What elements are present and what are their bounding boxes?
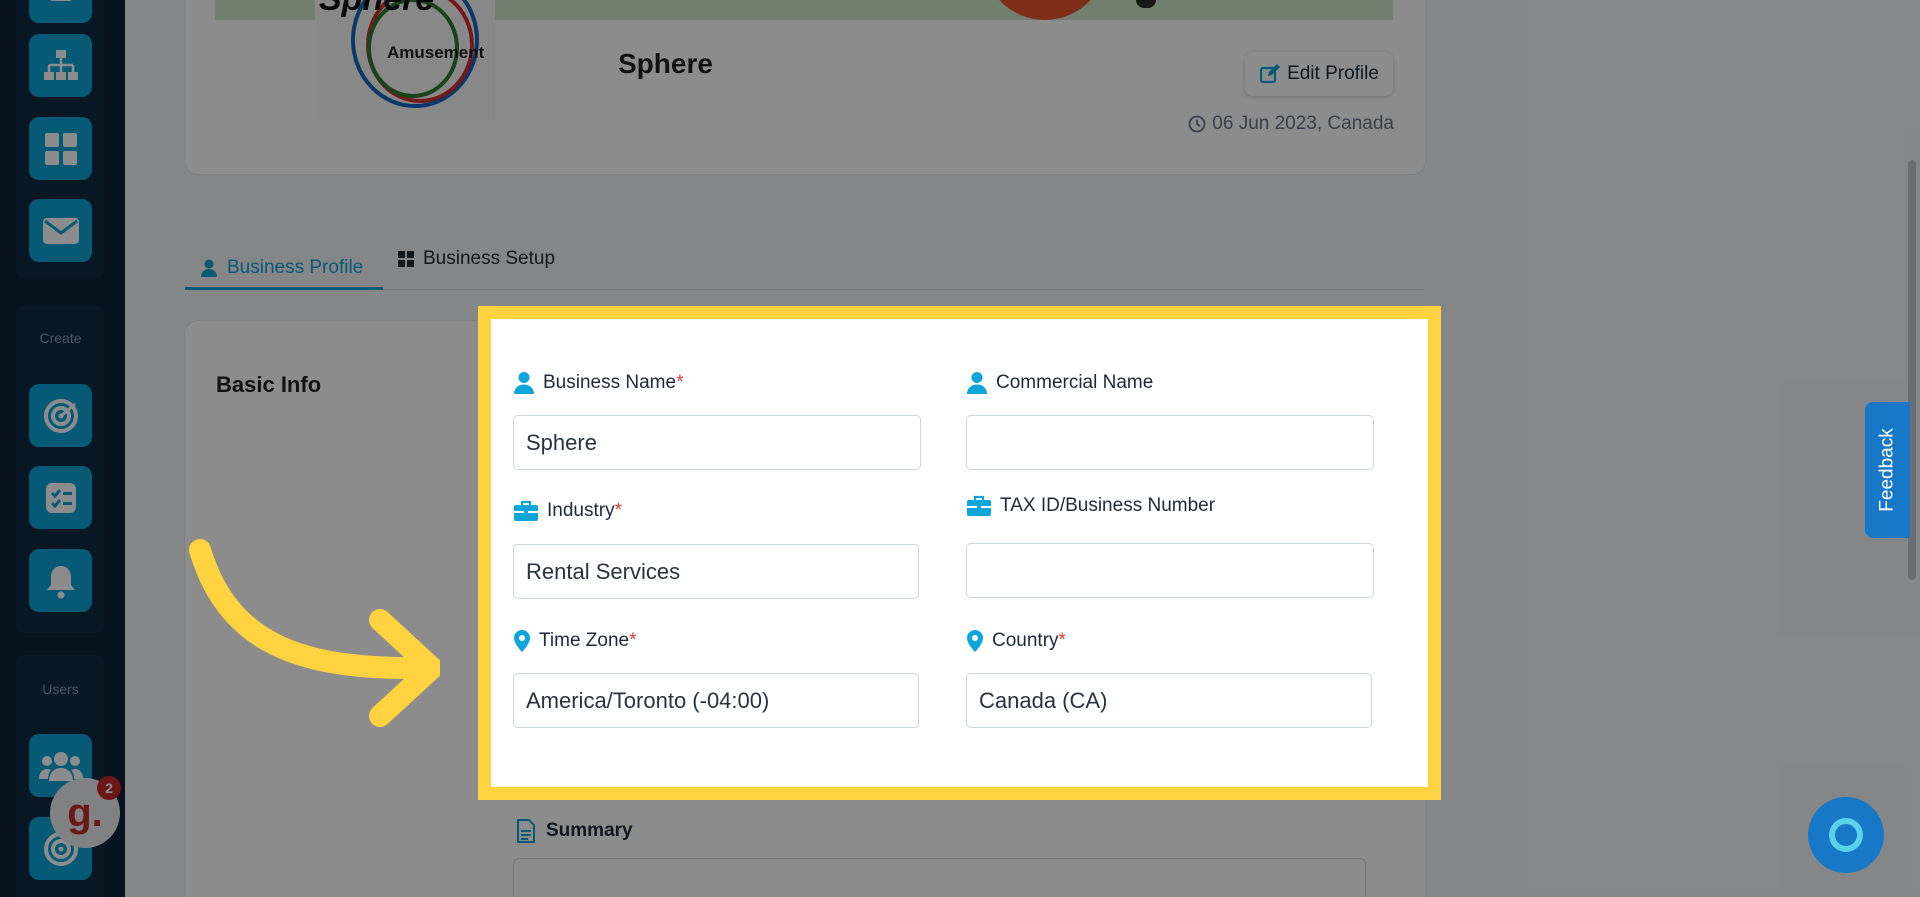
user-icon <box>201 259 217 277</box>
tab-business-profile-label: Business Profile <box>227 256 364 278</box>
clock-icon <box>1188 115 1206 133</box>
target-icon <box>43 398 78 433</box>
time-zone-required: * <box>629 630 637 651</box>
profile-date-text: 06 Jun 2023, Canada <box>1212 113 1394 134</box>
profile-tabs: Business Profile Business Setup <box>185 238 1425 290</box>
company-name: Sphere <box>618 48 713 79</box>
commercial-name-label-text: Commercial Name <box>996 372 1154 393</box>
industry-label-text: Industry <box>547 500 615 521</box>
summary-label-text: Summary <box>546 820 633 841</box>
highlighted-form: Business Name * Sphere Commercial Name In… <box>478 306 1441 800</box>
section-title-basic-info: Basic Info <box>216 372 322 397</box>
sidebar-item-partial[interactable] <box>29 0 92 23</box>
chat-widget-button[interactable] <box>1808 797 1884 873</box>
business-name-input[interactable]: Sphere <box>513 415 921 470</box>
commercial-name-label: Commercial Name <box>966 371 1153 395</box>
industry-required: * <box>614 500 622 521</box>
commercial-name-input[interactable] <box>966 415 1374 470</box>
grid-icon <box>44 132 77 165</box>
business-name-label: Business Name * <box>513 371 683 395</box>
grammarly-letter: g. <box>67 790 103 835</box>
country-value: Canada (CA) <box>979 687 1108 713</box>
briefcase-icon <box>967 495 991 516</box>
sidebar-item-tasks[interactable] <box>29 466 92 529</box>
edit-icon <box>1259 64 1281 84</box>
envelope-icon <box>42 217 79 244</box>
sidebar-item-organization[interactable] <box>29 34 92 97</box>
tab-business-profile[interactable]: Business Profile <box>185 248 383 290</box>
edit-profile-label: Edit Profile <box>1287 63 1379 84</box>
business-name-value: Sphere <box>526 429 597 455</box>
time-zone-label: Time Zone * <box>513 629 637 653</box>
briefcase-icon <box>514 500 538 521</box>
logo-subtext: Amusement <box>387 43 485 62</box>
sitemap-icon <box>43 49 78 80</box>
bell-icon <box>46 565 75 598</box>
sidebar-item-notifications[interactable] <box>29 549 92 612</box>
sidebar-section-users: Users <box>42 681 79 697</box>
summary-label: Summary <box>516 818 633 844</box>
industry-select[interactable]: Rental Services <box>513 544 919 599</box>
tax-id-label-text: TAX ID/Business Number <box>1000 495 1216 516</box>
map-pin-icon <box>967 630 983 652</box>
sidebar: Create Users <box>0 0 125 897</box>
company-logo: Sphere Amusement <box>315 0 495 120</box>
industry-value: Rental Services <box>526 558 681 584</box>
time-zone-select[interactable]: America/Toronto (-04:00) <box>513 673 919 728</box>
logo-text: Sphere <box>319 0 434 18</box>
tax-id-input[interactable] <box>966 543 1374 598</box>
chat-ring-icon <box>1829 818 1863 852</box>
checklist-icon <box>45 482 76 513</box>
profile-date: 06 Jun 2023, Canada <box>1188 113 1394 135</box>
feedback-tab[interactable]: Feedback <box>1865 402 1910 538</box>
country-required: * <box>1058 630 1066 651</box>
user-icon <box>967 372 987 394</box>
feedback-label: Feedback <box>1876 428 1898 512</box>
list-icon <box>50 0 71 1</box>
sidebar-item-goals[interactable] <box>29 384 92 447</box>
tab-business-setup[interactable]: Business Setup <box>397 248 555 270</box>
tab-business-setup-label: Business Setup <box>423 248 556 269</box>
tax-id-label: TAX ID/Business Number <box>966 495 1215 517</box>
country-label-text: Country <box>992 630 1059 651</box>
edit-profile-button[interactable]: Edit Profile <box>1245 52 1393 96</box>
users-icon <box>38 751 83 781</box>
user-icon <box>514 372 534 394</box>
time-zone-label-text: Time Zone <box>539 630 630 651</box>
sidebar-section-create: Create <box>39 330 82 346</box>
document-icon <box>517 819 535 843</box>
pointer-arrow <box>189 539 440 727</box>
sidebar-item-dashboard[interactable] <box>29 117 92 180</box>
business-name-label-text: Business Name <box>543 372 677 393</box>
country-select[interactable]: Canada (CA) <box>966 673 1372 728</box>
summary-input[interactable] <box>513 858 1366 897</box>
grid-icon <box>398 251 414 267</box>
map-pin-icon <box>514 630 530 652</box>
business-name-required: * <box>676 372 684 393</box>
industry-label: Industry * <box>513 500 622 522</box>
time-zone-value: America/Toronto (-04:00) <box>526 687 770 713</box>
grammarly-count: 2 <box>97 776 121 800</box>
country-label: Country * <box>966 629 1066 653</box>
sidebar-item-messages[interactable] <box>29 199 92 262</box>
